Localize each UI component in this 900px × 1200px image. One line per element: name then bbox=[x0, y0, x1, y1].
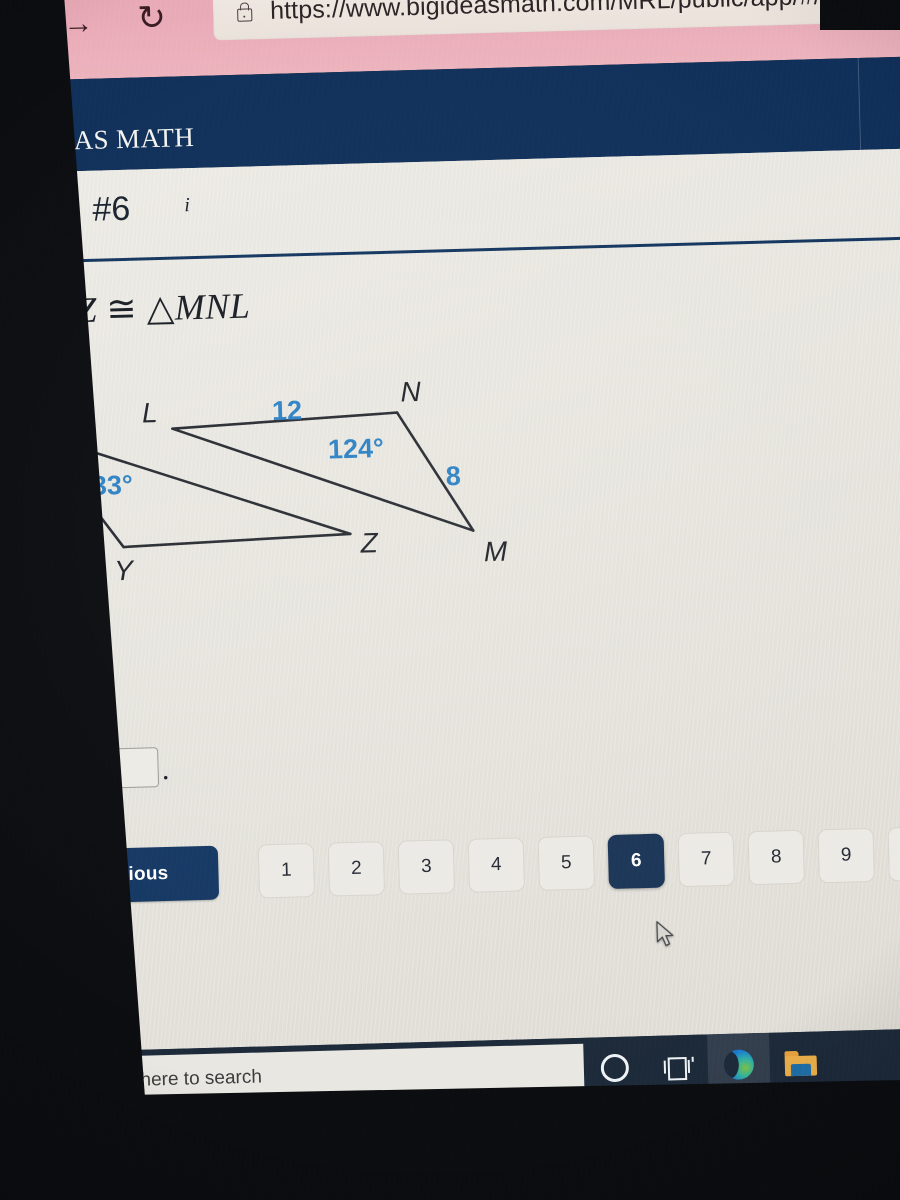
answer-input[interactable] bbox=[112, 747, 160, 789]
page-button-2[interactable]: 2 bbox=[327, 841, 386, 897]
segment-ML bbox=[171, 427, 475, 532]
triangle-symbol-2: △ bbox=[146, 287, 176, 329]
monitor-screen: ← → ↻ https://www.bigideasmath.com/MRL/p… bbox=[0, 0, 900, 1110]
taskbar-search-input[interactable]: Type here to search bbox=[35, 1043, 585, 1109]
question-page: #6 i △XYZ ≅ △MNL X Y Z L N M 33° 12 124°… bbox=[0, 147, 900, 1055]
segment-NM bbox=[395, 411, 475, 532]
page-button-1[interactable]: 1 bbox=[257, 843, 316, 899]
address-bar[interactable]: https://www.bigideasmath.com/MRL/public/… bbox=[212, 0, 900, 41]
reload-icon[interactable]: ↻ bbox=[137, 0, 167, 37]
angle-label-33: 33° bbox=[91, 469, 134, 501]
triangle-figure: X Y Z L N M 33° 12 124° 8 bbox=[0, 376, 557, 595]
forward-arrow-icon[interactable]: → bbox=[63, 7, 94, 41]
vertex-label-N: N bbox=[400, 375, 422, 408]
file-explorer-icon[interactable] bbox=[769, 1031, 833, 1095]
brand-logo-text: BIG IDEAS MATH bbox=[0, 121, 195, 158]
page-background bbox=[0, 147, 900, 1055]
photo-of-monitor: ← → ↻ https://www.bigideasmath.com/MRL/p… bbox=[0, 0, 900, 1200]
side-label-12: 12 bbox=[271, 395, 303, 426]
page-button-5[interactable]: 5 bbox=[537, 835, 596, 891]
windows-start-icon[interactable] bbox=[0, 1053, 37, 1110]
question-prompt: △XYZ ≅ △MNL bbox=[5, 285, 251, 334]
question-number: #6 bbox=[91, 189, 131, 229]
vertex-label-M: M bbox=[483, 535, 508, 568]
equals-sign: = bbox=[81, 750, 102, 787]
side-label-8: 8 bbox=[445, 460, 462, 492]
congruent-symbol: ≅ bbox=[105, 288, 138, 330]
page-button-6[interactable]: 6 bbox=[607, 833, 666, 890]
info-icon[interactable]: i bbox=[184, 194, 190, 217]
cortana-icon[interactable] bbox=[583, 1036, 647, 1100]
triangle-symbol-1: △ bbox=[4, 291, 34, 333]
vertex-label-Z: Z bbox=[360, 527, 379, 559]
search-placeholder: Type here to search bbox=[93, 1066, 263, 1093]
triangle-name-xyz: XYZ bbox=[32, 289, 98, 332]
page-button-9[interactable]: 9 bbox=[817, 827, 875, 884]
microsoft-edge-icon[interactable] bbox=[706, 1032, 771, 1097]
vertex-label-X: X bbox=[4, 402, 25, 435]
mouse-pointer-icon bbox=[656, 921, 674, 947]
angle-label-124: 124° bbox=[327, 432, 385, 465]
page-button-4[interactable]: 4 bbox=[467, 837, 526, 893]
back-arrow-icon[interactable]: ← bbox=[0, 9, 20, 43]
task-view-icon[interactable] bbox=[645, 1034, 709, 1098]
vertex-label-L: L bbox=[141, 397, 158, 429]
lock-icon bbox=[237, 2, 253, 22]
segment-YZ bbox=[122, 532, 352, 549]
vertex-label-Y: Y bbox=[113, 554, 134, 587]
page-button-8[interactable]: 8 bbox=[747, 829, 805, 886]
page-button-10[interactable]: 10 bbox=[887, 825, 900, 882]
header-divider bbox=[857, 57, 862, 150]
answer-label: XY bbox=[33, 751, 73, 789]
url-text: https://www.bigideasmath.com/MRL/public/… bbox=[269, 0, 897, 25]
previous-button[interactable]: Previous bbox=[35, 845, 220, 905]
page-button-3[interactable]: 3 bbox=[397, 839, 456, 895]
answer-period: . bbox=[161, 752, 170, 787]
page-button-7[interactable]: 7 bbox=[677, 831, 735, 888]
search-icon bbox=[57, 1071, 81, 1095]
answer-row: XY = . bbox=[33, 747, 170, 791]
triangle-name-mnl: MNL bbox=[174, 285, 251, 328]
segment-ZX bbox=[36, 433, 352, 536]
